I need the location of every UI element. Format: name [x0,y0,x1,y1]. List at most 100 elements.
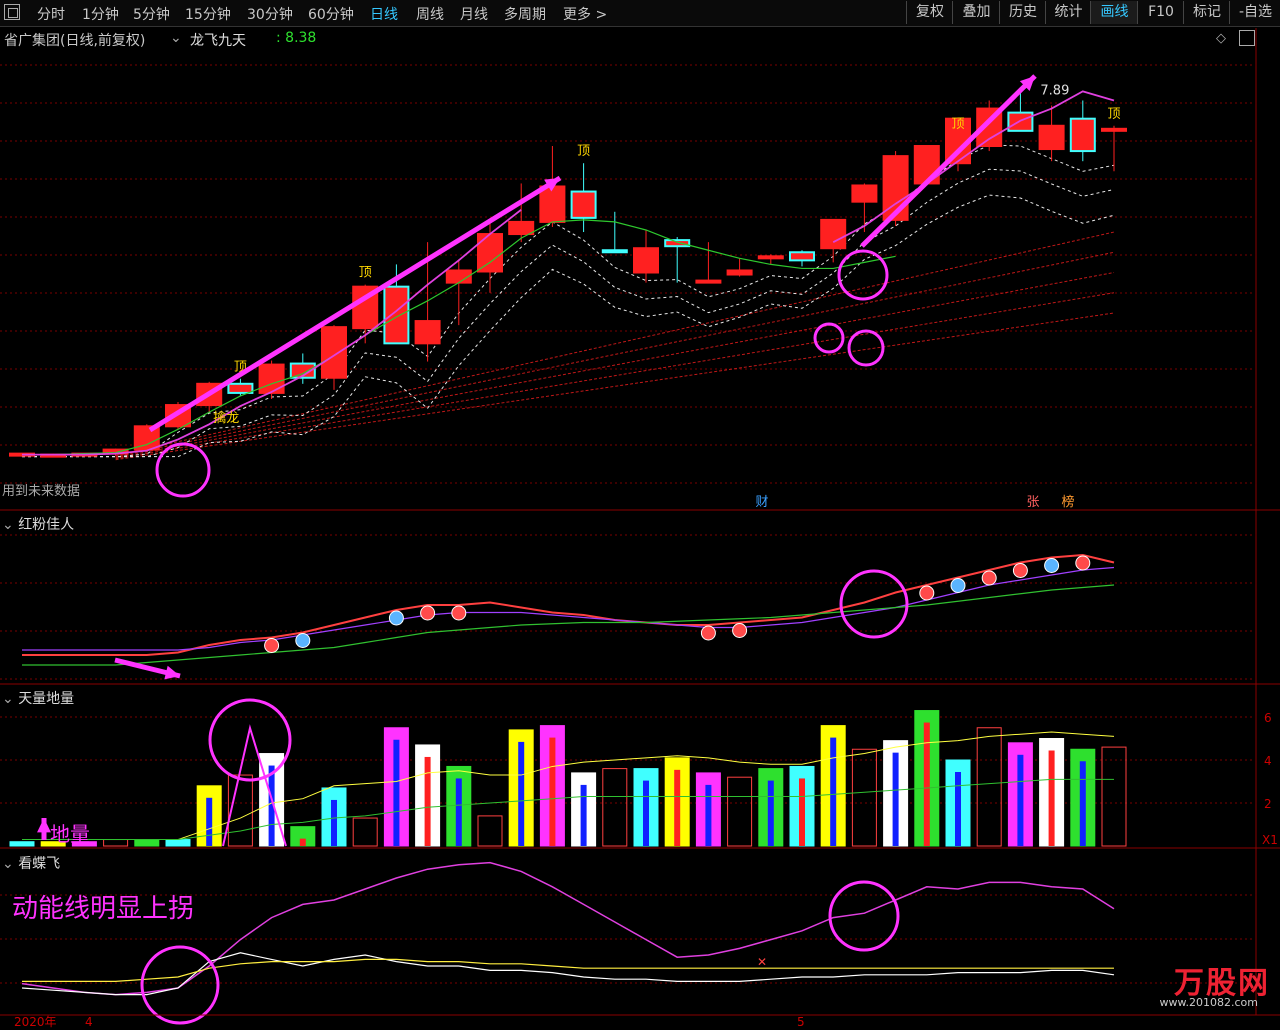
ding-label: 顶 [577,144,590,159]
indicator-value: : 8.38 [276,30,317,46]
fan-line [115,251,1115,458]
diamond-icon[interactable]: ◇ [1216,31,1226,46]
volume-inner [830,737,837,846]
candle-body [508,220,535,236]
volume-bar [851,748,877,847]
diliang-arrow-head [37,818,51,833]
panel-hongfen-title: ⌄ 红粉佳人 [2,517,75,533]
volume-inner [299,838,306,846]
candle-body [820,218,847,250]
marker-zhang: 张 [1026,495,1039,510]
annot-circle [837,249,889,301]
volume-inner [1079,761,1086,846]
candle-body [726,269,753,276]
candle-body [664,239,691,248]
candle-body [383,285,410,345]
year-label: 2020年 [14,1015,57,1029]
vol-tick: 4 [1264,754,1272,768]
vol-unit: X1 [1262,833,1278,847]
candle-body [258,363,285,394]
volume-inner [455,778,462,846]
stock-chart[interactable]: 顶顶顶顶顶擒龙7.89财张榜642X1✕4 5 [0,0,1280,1027]
hongfen-ball [451,605,467,621]
month-label-5: 5 [797,1015,805,1027]
volume-inner [424,756,431,846]
watermark-url: www.201082.com [1159,996,1258,1009]
diliang-annotation: 地量 [50,822,90,846]
candle-body [1101,127,1127,132]
volume-inner [1048,750,1055,846]
volume-bar [352,817,378,847]
indicator-toggle-icon[interactable]: ⌄ [170,30,182,46]
marker-cai: 财 [755,495,768,510]
volume-inner [393,739,400,846]
ding-label: 顶 [359,266,372,281]
hongfen-ball [732,623,748,638]
hongfen-ball [1075,555,1091,571]
volume-bar [976,727,1002,847]
fan-line [115,231,1115,457]
indicator-name: 龙飞九天 [190,33,246,49]
candle-body [695,279,722,284]
hongfen-ball [919,585,935,601]
hongfen-line-2 [22,584,1115,666]
high-value-label: 7.89 [1040,83,1069,98]
candle-body [477,233,503,273]
volume-inner [206,797,213,846]
volume-bar [727,776,753,847]
hongfen-ball [700,625,716,641]
volume-inner [923,722,930,846]
qinlong-label: 擒龙 [213,410,239,426]
volume-bar [165,839,191,847]
candle-body [789,251,815,262]
volume-bar [602,768,628,847]
maximize-icon[interactable] [1239,30,1255,46]
stock-title: 省广集团(日线,前复权) [4,33,146,49]
volume-inner [674,769,681,846]
hongfen-ball [981,570,997,586]
volume-inner [643,780,649,846]
annot-circle [839,569,909,639]
candle-body [227,382,254,394]
candle-body [1069,117,1096,153]
volume-bar [103,839,129,847]
hongfen-line-0 [22,553,1115,656]
candle-body [1038,124,1065,151]
marker-bang: 榜 [1061,494,1074,510]
panel-kandiefei-title: ⌄ 看蝶飞 [2,856,61,872]
vol-tick: 6 [1264,711,1272,725]
volume-inner [705,784,712,846]
candle-body [570,190,597,219]
volume-bar [1101,746,1127,847]
candle-body [851,184,878,203]
dongneng-annotation: 动能线明显上拐 [12,894,195,924]
annot-circle [155,442,211,498]
month-label-4: 4 [85,1015,93,1027]
volume-bar [477,815,503,847]
hongfen-ball [264,638,280,653]
candle-body [757,255,784,260]
ding-label: 顶 [951,117,964,132]
volume-bar [134,839,160,847]
volume-bar [9,841,35,847]
annot-circle [208,698,292,782]
kandiefei-line-1 [21,952,1115,996]
candle-body [321,326,347,379]
candle-body [633,247,659,274]
hongfen-ball [1044,558,1060,573]
hongfen-ball [950,578,966,593]
annot-circle [140,945,220,1025]
volume-inner [955,772,961,846]
volume-inner [518,741,525,846]
candle-body [414,320,441,345]
volume-inner [767,780,774,846]
candle-body [539,185,566,223]
vol-tick: 2 [1264,797,1272,811]
candle-body [601,249,628,254]
volume-inner [799,778,805,846]
volume-inner [1017,754,1024,846]
volume-inner [892,752,899,846]
volume-inner [580,784,587,846]
hongfen-ball [295,633,311,648]
butterfly-mark: ✕ [757,955,767,969]
